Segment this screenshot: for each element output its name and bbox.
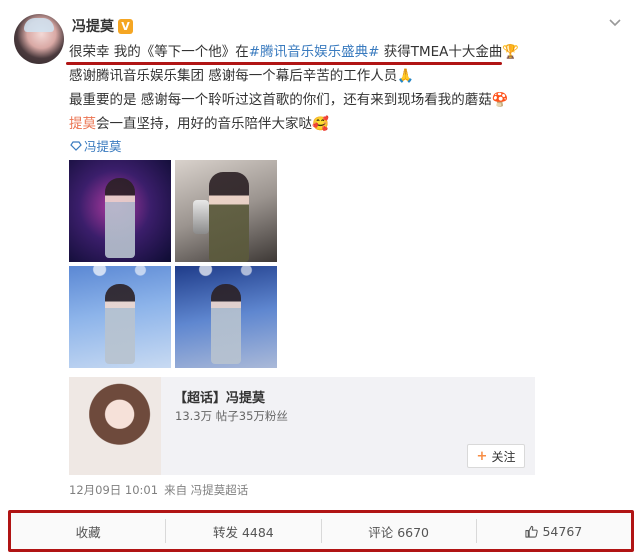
author-name[interactable]: 冯提莫 <box>72 16 114 36</box>
thumbs-up-icon <box>525 525 539 538</box>
post-image-4[interactable] <box>175 266 277 368</box>
favorite-button[interactable]: 收藏 <box>11 519 165 543</box>
post-source[interactable]: 来自 冯提莫超话 <box>164 482 248 498</box>
super-topic-card[interactable]: 【超话】冯提莫 13.3万 帖子35万粉丝 + 关注 <box>69 377 535 475</box>
mention-link[interactable]: 提莫 <box>69 116 96 132</box>
red-underline-annotation <box>66 62 502 65</box>
post-time[interactable]: 12月09日 10:01 <box>69 482 158 498</box>
like-button[interactable]: 54767 <box>475 519 631 543</box>
favorite-label: 收藏 <box>75 524 101 540</box>
plus-icon: + <box>476 448 488 464</box>
post-line-3: 最重要的是 感谢每一个聆听过这首歌的你们，还有来到现场看我的蘑菇🍄 <box>69 92 509 108</box>
post-body: 很荣幸 我的《等下一个他》在#腾讯音乐娱乐盛典# 获得TMEA十大金曲🏆 感谢腾… <box>69 40 629 136</box>
post-line-4: 提莫会一直坚持，用好的音乐陪伴大家哒🥰 <box>69 112 629 136</box>
repost-label: 转发 4484 <box>212 524 274 540</box>
post-image-2[interactable] <box>175 160 277 262</box>
post-text-segment: 获得TMEA十大金曲🏆 <box>379 44 520 60</box>
super-topic-tag[interactable]: 冯提莫 <box>70 136 122 155</box>
card-stats: 13.3万 帖子35万粉丝 <box>175 409 288 423</box>
repost-button[interactable]: 转发 4484 <box>165 519 320 543</box>
post-image-1[interactable] <box>69 160 171 262</box>
action-bar: 收藏 转发 4484 评论 6670 54767 <box>8 510 634 552</box>
follow-button[interactable]: + 关注 <box>467 444 525 468</box>
comment-button[interactable]: 评论 6670 <box>320 519 476 543</box>
card-photo <box>69 377 161 475</box>
card-title: 【超话】冯提莫 <box>174 391 266 406</box>
post-text-segment: 会一直坚持，用好的音乐陪伴大家哒🥰 <box>96 116 329 132</box>
comment-label: 评论 6670 <box>368 524 430 540</box>
post-line-2: 感谢腾讯音乐娱乐集团 感谢每一个幕后辛苦的工作人员🙏 <box>69 68 415 84</box>
like-count: 54767 <box>542 523 583 539</box>
hashtag-link[interactable]: #腾讯音乐娱乐盛典# <box>249 44 380 60</box>
author-row: 冯提莫 V <box>72 16 133 36</box>
verified-badge-icon: V <box>118 18 133 34</box>
avatar[interactable] <box>14 14 64 64</box>
follow-label: 关注 <box>491 449 516 464</box>
post-line-1: 很荣幸 我的《等下一个他》在#腾讯音乐娱乐盛典# 获得TMEA十大金曲🏆 <box>69 40 629 64</box>
post-meta: 12月09日 10:01 来自 冯提莫超话 <box>69 482 248 498</box>
post-image-3[interactable] <box>69 266 171 368</box>
post-text-segment: 很荣幸 我的《等下一个他》在 <box>69 44 249 60</box>
chevron-down-icon[interactable] <box>608 18 622 28</box>
weibo-post: 冯提莫 V 很荣幸 我的《等下一个他》在#腾讯音乐娱乐盛典# 获得TMEA十大金… <box>0 0 640 555</box>
diamond-icon <box>70 140 82 151</box>
super-topic-label: 冯提莫 <box>84 139 122 154</box>
